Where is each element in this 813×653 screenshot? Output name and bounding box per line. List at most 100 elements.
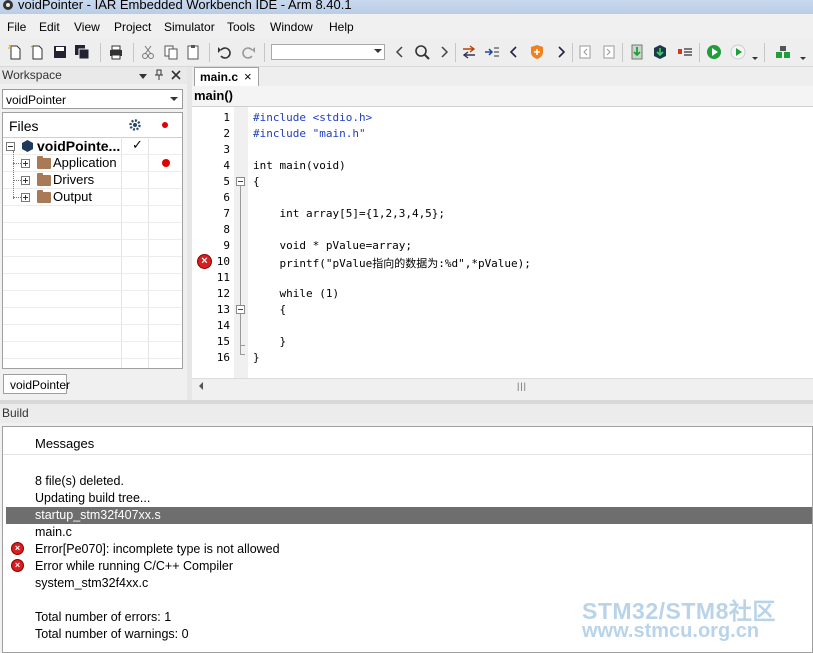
files-header: Files bbox=[3, 113, 182, 138]
editor-tab-main-c[interactable]: main.c × bbox=[194, 67, 259, 86]
line-number: 11 bbox=[216, 271, 230, 284]
build-status-dot bbox=[162, 159, 170, 167]
code-line-12: while (1) bbox=[253, 287, 340, 300]
horizontal-scrollbar[interactable]: ||| bbox=[192, 378, 813, 394]
project-hexagon-icon bbox=[22, 140, 33, 152]
code-line-5: { bbox=[253, 175, 260, 188]
paste-icon[interactable] bbox=[184, 43, 202, 61]
toggle-bookmark-icon[interactable] bbox=[483, 43, 501, 61]
pin-icon[interactable] bbox=[154, 69, 164, 81]
chevron-right-icon[interactable] bbox=[552, 43, 570, 61]
line-number: 8 bbox=[223, 223, 230, 236]
watermark-url: www.stmcu.org.cn bbox=[582, 620, 760, 642]
menu-bar: File Edit View Project Simulator Tools W… bbox=[0, 14, 813, 39]
workspace-tab[interactable]: voidPointer bbox=[3, 374, 70, 394]
save-all-icon[interactable] bbox=[73, 43, 91, 61]
menu-help[interactable]: Help bbox=[329, 20, 354, 34]
active-config-check: ✓ bbox=[132, 137, 143, 152]
tree-item-application[interactable]: Application bbox=[53, 155, 117, 170]
tree-item-output[interactable]: Output bbox=[53, 189, 92, 204]
new-file-icon[interactable] bbox=[6, 43, 24, 61]
tree-expand-drivers[interactable] bbox=[21, 176, 30, 185]
line-number: 16 bbox=[216, 351, 230, 364]
tree-expand-output[interactable] bbox=[21, 193, 30, 202]
forward-icon[interactable] bbox=[600, 43, 618, 61]
code-line-16: } bbox=[253, 351, 260, 364]
debug-play-icon[interactable] bbox=[705, 43, 723, 61]
scroll-grip-icon[interactable]: ||| bbox=[517, 381, 527, 391]
close-icon[interactable]: × bbox=[244, 69, 252, 84]
copy-icon[interactable] bbox=[162, 43, 180, 61]
tree-collapse-root[interactable] bbox=[6, 142, 15, 151]
build-message[interactable]: Updating build tree... bbox=[35, 491, 150, 505]
line-number: 15 bbox=[216, 335, 230, 348]
line-number: 14 bbox=[216, 319, 230, 332]
editor-tab-bar bbox=[192, 67, 813, 86]
chevron-left-icon[interactable] bbox=[391, 43, 409, 61]
build-message[interactable]: 8 file(s) deleted. bbox=[35, 474, 124, 488]
fold-toggle-main[interactable] bbox=[236, 177, 245, 186]
menu-tools[interactable]: Tools bbox=[227, 20, 255, 34]
gear-icon[interactable] bbox=[128, 118, 142, 132]
print-icon[interactable] bbox=[107, 43, 125, 61]
menu-simulator[interactable]: Simulator bbox=[164, 20, 215, 34]
build-message[interactable]: system_stm32f4xx.c bbox=[35, 576, 148, 590]
menu-project[interactable]: Project bbox=[114, 20, 151, 34]
undo-icon[interactable] bbox=[216, 43, 234, 61]
chevron-down-icon[interactable] bbox=[170, 97, 178, 101]
make-icon[interactable] bbox=[651, 43, 669, 61]
redo-icon[interactable] bbox=[239, 43, 257, 61]
title-bar: voidPointer - IAR Embedded Workbench IDE… bbox=[0, 0, 813, 14]
build-message[interactable]: main.c bbox=[35, 525, 72, 539]
chevron-down-icon[interactable] bbox=[751, 48, 759, 62]
build-message-selected[interactable]: startup_stm32f407xx.s bbox=[35, 508, 161, 522]
tree-item-project[interactable]: voidPointe... bbox=[37, 138, 120, 154]
code-line-13: { bbox=[253, 303, 287, 316]
window-title: voidPointer - IAR Embedded Workbench IDE… bbox=[18, 0, 352, 12]
tree-expand-application[interactable] bbox=[21, 159, 30, 168]
debug-options-icon[interactable] bbox=[774, 43, 792, 61]
build-message[interactable]: Total number of warnings: 0 bbox=[35, 627, 189, 641]
find-combo[interactable] bbox=[271, 44, 385, 60]
error-icon: × bbox=[11, 542, 24, 555]
download-debug-icon[interactable] bbox=[729, 43, 747, 61]
chevron-right-icon[interactable] bbox=[435, 43, 453, 61]
function-bar[interactable]: main() bbox=[192, 86, 813, 107]
build-message-error[interactable]: Error while running C/C++ Compiler bbox=[35, 559, 233, 573]
build-message-error[interactable]: Error[Pe070]: incomplete type is not all… bbox=[35, 542, 280, 556]
code-line-4: int main(void) bbox=[253, 159, 346, 172]
files-header-label: Files bbox=[9, 118, 39, 134]
bookmark-shield-icon[interactable] bbox=[528, 43, 546, 61]
error-icon: × bbox=[11, 559, 24, 572]
line-number: 5 bbox=[223, 175, 230, 188]
cut-icon[interactable] bbox=[139, 43, 157, 61]
back-icon[interactable] bbox=[576, 43, 594, 61]
line-number: 6 bbox=[223, 191, 230, 204]
dropdown-arrow-icon[interactable] bbox=[138, 71, 148, 81]
chevron-down-icon[interactable] bbox=[799, 48, 807, 62]
messages-column-header[interactable]: Messages bbox=[3, 427, 812, 455]
build-message[interactable]: Total number of errors: 1 bbox=[35, 610, 171, 624]
tree-item-drivers[interactable]: Drivers bbox=[53, 172, 94, 187]
workspace-header: Workspace bbox=[0, 67, 187, 84]
build-title: Build bbox=[2, 406, 29, 420]
error-marker-icon[interactable]: × bbox=[197, 254, 212, 269]
compile-icon[interactable] bbox=[628, 43, 646, 61]
fold-toggle-while[interactable] bbox=[236, 305, 245, 314]
stop-build-icon[interactable] bbox=[676, 43, 694, 61]
menu-edit[interactable]: Edit bbox=[39, 20, 60, 34]
menu-file[interactable]: File bbox=[7, 20, 26, 34]
find-icon[interactable] bbox=[413, 43, 431, 61]
code-editor[interactable]: 1 2 3 4 5 6 7 8 9 10 11 12 13 14 15 16 ×… bbox=[192, 107, 813, 378]
save-icon[interactable] bbox=[51, 43, 69, 61]
open-icon[interactable] bbox=[28, 43, 46, 61]
workspace-config-select[interactable]: voidPointer bbox=[2, 89, 183, 109]
menu-window[interactable]: Window bbox=[270, 20, 313, 34]
code-line-7: int array[5]={1,2,3,4,5}; bbox=[253, 207, 446, 220]
menu-view[interactable]: View bbox=[74, 20, 100, 34]
chevron-down-icon[interactable] bbox=[374, 49, 382, 53]
close-icon[interactable] bbox=[171, 70, 181, 80]
scroll-left-icon[interactable] bbox=[199, 382, 203, 390]
swap-arrows-icon[interactable] bbox=[460, 43, 478, 61]
chevron-left-icon[interactable] bbox=[505, 43, 523, 61]
